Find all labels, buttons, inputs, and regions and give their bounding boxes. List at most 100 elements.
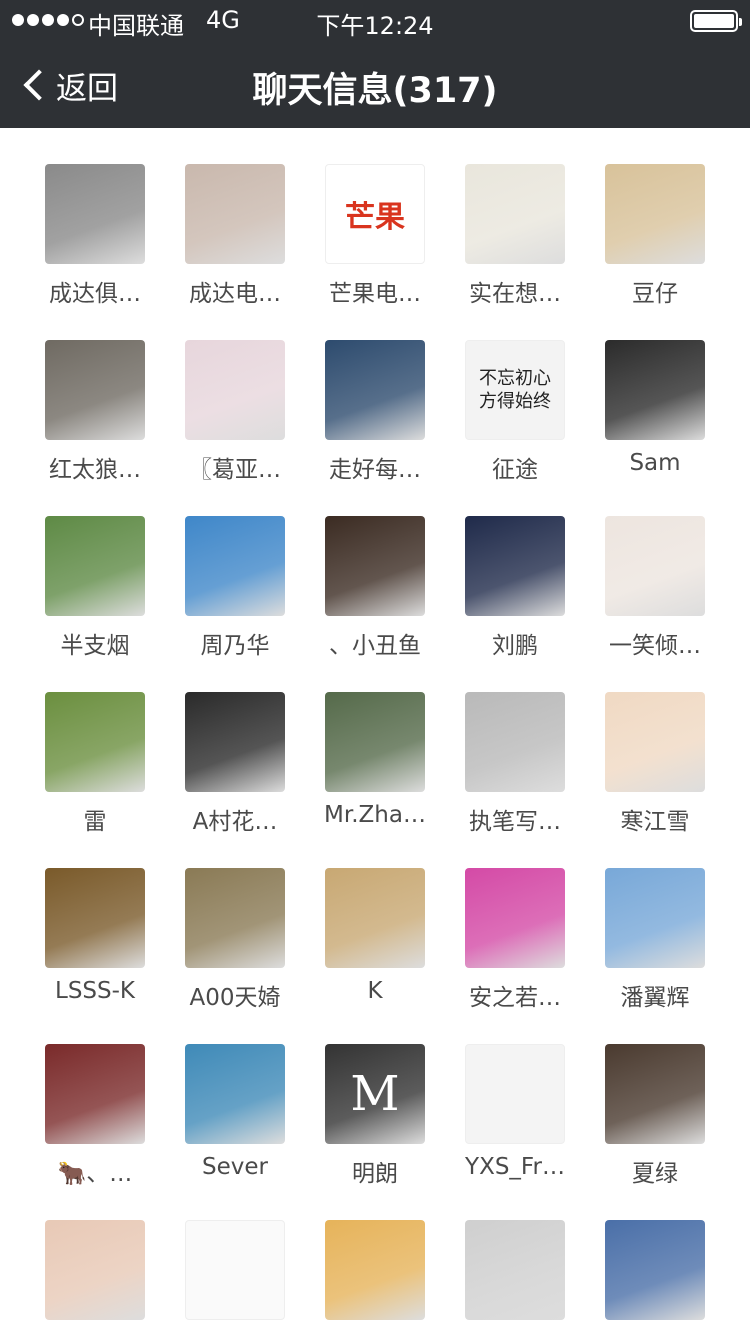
avatar[interactable] bbox=[465, 1044, 565, 1144]
member-name: 一笑倾… bbox=[609, 633, 701, 659]
member-name: A村花… bbox=[192, 809, 278, 835]
avatar[interactable]: M bbox=[325, 1044, 425, 1144]
avatar-text: 芒果 bbox=[345, 200, 405, 235]
member-name: A00天婍 bbox=[189, 985, 281, 1011]
avatar[interactable] bbox=[45, 164, 145, 264]
member-name: YXS_Fr… bbox=[465, 1154, 565, 1180]
member-name: 走好每… bbox=[329, 457, 421, 483]
member-item[interactable]: 成达电… bbox=[165, 164, 305, 340]
member-item[interactable]: A00天婍 bbox=[165, 868, 305, 1044]
avatar[interactable] bbox=[605, 1220, 705, 1320]
avatar[interactable] bbox=[465, 164, 565, 264]
avatar[interactable]: 不忘初心 方得始终 bbox=[465, 340, 565, 440]
avatar[interactable] bbox=[325, 1220, 425, 1320]
member-item[interactable]: 走好每… bbox=[305, 340, 445, 516]
member-item[interactable]: Sam bbox=[585, 340, 725, 516]
member-item[interactable]: 潘翼辉 bbox=[585, 868, 725, 1044]
member-item[interactable]: 芒果芒果电… bbox=[305, 164, 445, 340]
member-name: 明朗 bbox=[352, 1161, 398, 1187]
avatar[interactable] bbox=[605, 516, 705, 616]
member-item[interactable]: 成达俱… bbox=[25, 164, 165, 340]
member-name: 〖葛亚… bbox=[189, 457, 281, 483]
member-item[interactable]: 不忘初心 方得始终征途 bbox=[445, 340, 585, 516]
member-item[interactable] bbox=[25, 1220, 165, 1334]
avatar[interactable] bbox=[45, 516, 145, 616]
battery-icon bbox=[690, 10, 742, 32]
member-name: 安之若… bbox=[469, 985, 561, 1011]
page-title: 聊天信息(317) bbox=[252, 71, 498, 111]
avatar[interactable] bbox=[325, 868, 425, 968]
avatar[interactable] bbox=[185, 516, 285, 616]
member-item[interactable]: 红太狼… bbox=[25, 340, 165, 516]
avatar[interactable] bbox=[185, 692, 285, 792]
avatar[interactable] bbox=[45, 340, 145, 440]
member-item[interactable]: 半支烟 bbox=[25, 516, 165, 692]
member-name: 芒果电… bbox=[329, 281, 421, 307]
member-item[interactable]: A村花… bbox=[165, 692, 305, 868]
avatar[interactable] bbox=[185, 1044, 285, 1144]
avatar[interactable] bbox=[185, 164, 285, 264]
avatar[interactable] bbox=[605, 1044, 705, 1144]
avatar-text: 不忘初心 方得始终 bbox=[479, 367, 551, 412]
member-item[interactable]: 执笔写… bbox=[445, 692, 585, 868]
avatar[interactable] bbox=[325, 516, 425, 616]
avatar[interactable] bbox=[185, 340, 285, 440]
member-item[interactable]: 豆仔 bbox=[585, 164, 725, 340]
member-name: Sever bbox=[202, 1154, 268, 1180]
member-item[interactable]: M 明朗 bbox=[305, 1044, 445, 1220]
member-item[interactable]: 寒江雪 bbox=[585, 692, 725, 868]
avatar[interactable]: 芒果 bbox=[325, 164, 425, 264]
avatar[interactable] bbox=[185, 868, 285, 968]
member-item[interactable]: 周乃华 bbox=[165, 516, 305, 692]
avatar[interactable] bbox=[45, 868, 145, 968]
avatar[interactable] bbox=[45, 1044, 145, 1144]
member-item[interactable]: 、小丑鱼 bbox=[305, 516, 445, 692]
avatar[interactable] bbox=[465, 692, 565, 792]
member-item[interactable]: 雷 bbox=[25, 692, 165, 868]
member-item[interactable]: 〖葛亚… bbox=[165, 340, 305, 516]
member-name: 豆仔 bbox=[632, 281, 678, 307]
member-item[interactable]: YXS_Fr… bbox=[445, 1044, 585, 1220]
member-name: Sam bbox=[629, 450, 681, 476]
member-name: 🐂、… bbox=[57, 1161, 133, 1187]
avatar[interactable] bbox=[325, 340, 425, 440]
member-item[interactable]: 夏绿 bbox=[585, 1044, 725, 1220]
status-time: 下午12:24 bbox=[316, 12, 434, 40]
member-item[interactable]: 安之若… bbox=[445, 868, 585, 1044]
avatar[interactable] bbox=[465, 516, 565, 616]
member-name: 征途 bbox=[492, 457, 538, 483]
avatar[interactable] bbox=[605, 164, 705, 264]
avatar[interactable] bbox=[465, 868, 565, 968]
avatar[interactable] bbox=[325, 692, 425, 792]
member-name: LSSS-K bbox=[55, 978, 135, 1004]
avatar-text: M bbox=[350, 1066, 400, 1122]
member-item[interactable] bbox=[165, 1220, 305, 1334]
member-name: 寒江雪 bbox=[620, 809, 690, 835]
member-item[interactable]: LSSS-K bbox=[25, 868, 165, 1044]
member-name: 半支烟 bbox=[60, 633, 130, 659]
member-item[interactable] bbox=[305, 1220, 445, 1334]
member-name: 雷 bbox=[83, 809, 107, 835]
avatar[interactable] bbox=[605, 868, 705, 968]
member-item[interactable] bbox=[445, 1220, 585, 1334]
member-item[interactable]: Sever bbox=[165, 1044, 305, 1220]
member-item[interactable]: 🐂、… bbox=[25, 1044, 165, 1220]
status-bar: 中国联通 4G 下午12:24 bbox=[0, 0, 750, 42]
member-name: 实在想… bbox=[469, 281, 561, 307]
avatar[interactable] bbox=[45, 692, 145, 792]
avatar[interactable] bbox=[465, 1220, 565, 1320]
nav-bar: 返回 聊天信息(317) bbox=[0, 42, 750, 128]
member-item[interactable]: Mr.Zha… bbox=[305, 692, 445, 868]
avatar[interactable] bbox=[45, 1220, 145, 1320]
member-item[interactable] bbox=[585, 1220, 725, 1334]
member-item[interactable]: 实在想… bbox=[445, 164, 585, 340]
avatar[interactable] bbox=[185, 1220, 285, 1320]
member-name: K bbox=[367, 978, 383, 1004]
member-name: 周乃华 bbox=[200, 633, 270, 659]
member-item[interactable]: 刘鹏 bbox=[445, 516, 585, 692]
avatar[interactable] bbox=[605, 692, 705, 792]
header: 中国联通 4G 下午12:24 返回 聊天信息(317) bbox=[0, 0, 750, 128]
member-item[interactable]: 一笑倾… bbox=[585, 516, 725, 692]
avatar[interactable] bbox=[605, 340, 705, 440]
member-item[interactable]: K bbox=[305, 868, 445, 1044]
